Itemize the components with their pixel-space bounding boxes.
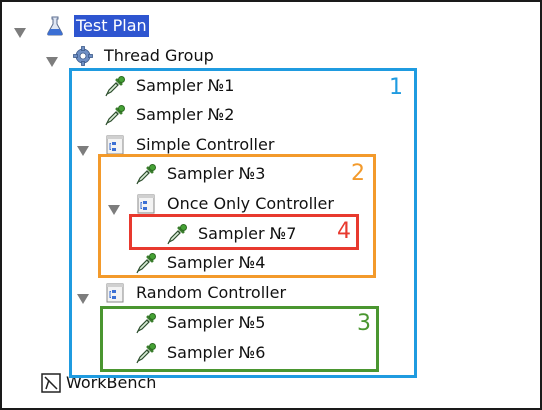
tree-node-thread-group[interactable]: Thread Group (72, 43, 216, 69)
annotation-number-1: 1 (389, 75, 403, 100)
annotation-number-2: 2 (351, 161, 365, 186)
expand-toggle-test-plan[interactable] (14, 23, 26, 33)
gear-icon (72, 45, 94, 67)
annotation-number-3: 3 (357, 311, 371, 336)
tree-node-label: Test Plan (74, 15, 149, 37)
expand-toggle-thread-group[interactable] (46, 52, 58, 62)
workbench-icon (40, 372, 62, 394)
flask-icon (44, 15, 66, 37)
annotation-box-3 (100, 306, 379, 372)
annotation-number-4: 4 (337, 219, 351, 244)
tree-node-label: Thread Group (104, 46, 214, 65)
annotation-box-4 (129, 214, 359, 250)
tree-node-test-plan[interactable]: Test Plan (44, 13, 149, 39)
